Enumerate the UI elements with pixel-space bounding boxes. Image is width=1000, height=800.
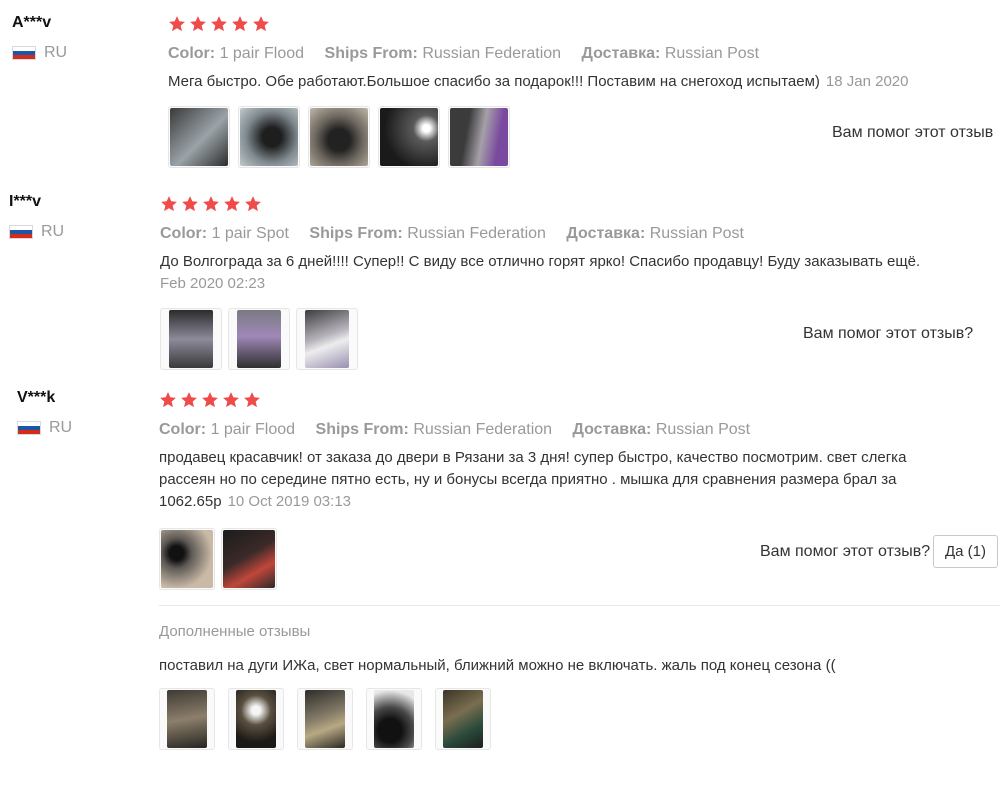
reviewer-country: RU [12, 44, 67, 62]
review-photo[interactable] [228, 308, 290, 370]
helpful-prompt: Вам помог этот отзыв [832, 124, 994, 141]
review-body: Color: 1 pair Flood Ships From: Russian … [168, 14, 1000, 168]
ships-from: Ships From: Russian Federation [324, 45, 562, 62]
country-code: RU [41, 223, 65, 240]
reviewer-country: RU [17, 419, 72, 437]
star-icon [253, 16, 269, 32]
reviewer-info: I***v RU [9, 193, 64, 241]
review-date: 10 Oct 2019 03:13 [227, 493, 352, 510]
ships-from: Ships From: Russian Federation [315, 421, 553, 438]
review-photo[interactable] [296, 308, 358, 370]
star-icon [245, 196, 261, 212]
star-icon [232, 16, 248, 32]
review-photo[interactable] [378, 106, 440, 168]
country-code: RU [49, 419, 73, 436]
review-photo[interactable] [238, 106, 300, 168]
delivery-method: Доставка: Russian Post [572, 421, 751, 438]
reviewer-info: V***k RU [17, 389, 72, 437]
star-icon [161, 196, 177, 212]
helpful-prompt: Вам помог этот отзыв? [760, 543, 931, 560]
star-icon [160, 392, 176, 408]
review-photo[interactable] [448, 106, 510, 168]
review-photo[interactable] [160, 308, 222, 370]
star-icon [224, 196, 240, 212]
delivery-method: Доставка: Russian Post [566, 225, 744, 242]
review-photo[interactable] [168, 106, 230, 168]
review-photo[interactable] [435, 688, 491, 750]
additional-reviews-label: Дополненные отзывы [159, 623, 311, 640]
variant-color: Color: 1 pair Flood [159, 421, 296, 438]
order-details: Color: 1 pair Spot Ships From: Russian F… [160, 225, 990, 243]
helpful-yes-button[interactable]: Да (1) [933, 535, 998, 568]
star-icon [211, 16, 227, 32]
review-photo[interactable] [221, 528, 277, 590]
helpful-prompt: Вам помог этот отзыв? [803, 325, 974, 342]
review-photo[interactable] [228, 688, 284, 750]
review-text: До Волгограда за 6 дней!!!! Супер!! С ви… [160, 251, 990, 295]
divider [159, 605, 1000, 606]
review-body: Color: 1 pair Spot Ships From: Russian F… [160, 194, 990, 370]
star-icon [182, 196, 198, 212]
ships-from: Ships From: Russian Federation [309, 225, 546, 242]
delivery-method: Доставка: Russian Post [581, 45, 760, 62]
star-rating [159, 390, 959, 410]
additional-review-text: поставил на дуги ИЖа, свет нормальный, б… [159, 657, 836, 674]
review-photo[interactable] [308, 106, 370, 168]
star-icon [190, 16, 206, 32]
star-icon [203, 196, 219, 212]
star-icon [169, 16, 185, 32]
order-details: Color: 1 pair Flood Ships From: Russian … [159, 421, 959, 439]
russia-flag-icon [12, 46, 36, 60]
review-photo[interactable] [366, 688, 422, 750]
star-icon [244, 392, 260, 408]
variant-color: Color: 1 pair Spot [160, 225, 289, 242]
review-text: Мега быстро. Обе работают.Большое спасиб… [168, 73, 909, 90]
star-icon [223, 392, 239, 408]
review-text: продавец красавчик! от заказа до двери в… [159, 449, 907, 510]
country-code: RU [44, 44, 68, 61]
reviewer-info: A***v RU [12, 14, 67, 62]
review-date: Feb 2020 02:23 [160, 275, 266, 292]
russia-flag-icon [17, 421, 41, 435]
star-rating [160, 194, 990, 214]
reviewer-name: V***k [17, 389, 56, 406]
review-photo[interactable] [159, 528, 215, 590]
star-rating [168, 14, 1000, 34]
review-photo[interactable] [159, 688, 215, 750]
reviewer-country: RU [9, 223, 64, 241]
variant-color: Color: 1 pair Flood [168, 45, 305, 62]
reviewer-name: A***v [12, 14, 52, 31]
russia-flag-icon [9, 225, 33, 239]
star-icon [181, 392, 197, 408]
additional-review-photos [159, 688, 491, 750]
reviewer-name: I***v [9, 193, 42, 210]
star-icon [202, 392, 218, 408]
review-date: 18 Jan 2020 [825, 73, 909, 90]
review-photo[interactable] [297, 688, 353, 750]
order-details: Color: 1 pair Flood Ships From: Russian … [168, 45, 1000, 63]
